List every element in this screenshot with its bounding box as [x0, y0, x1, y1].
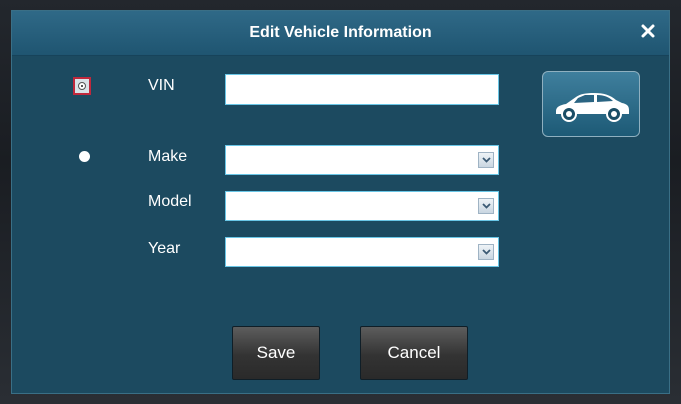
model-select[interactable]: [225, 191, 499, 221]
vin-radio[interactable]: [73, 77, 91, 95]
radio-selected-dot: [78, 82, 86, 90]
save-button[interactable]: Save: [232, 326, 320, 380]
edit-vehicle-dialog: Edit Vehicle Information VIN Make Model …: [11, 10, 670, 394]
dialog-titlebar: Edit Vehicle Information: [12, 11, 669, 56]
year-label: Year: [148, 240, 181, 257]
vehicle-lookup-button[interactable]: [542, 71, 640, 137]
vin-input[interactable]: [225, 74, 499, 105]
year-select[interactable]: [225, 237, 499, 267]
make-label: Make: [148, 148, 188, 165]
cancel-button[interactable]: Cancel: [360, 326, 468, 380]
close-icon: [641, 24, 655, 38]
model-label: Model: [148, 193, 192, 210]
dialog-title: Edit Vehicle Information: [249, 24, 432, 41]
car-icon: [556, 93, 629, 122]
vin-label: VIN: [148, 77, 175, 94]
chevron-down-icon: [482, 157, 491, 163]
chevron-down-icon: [482, 249, 491, 255]
chevron-down-icon: [482, 203, 491, 209]
make-select[interactable]: [225, 145, 499, 175]
year-dropdown-button[interactable]: [478, 244, 494, 260]
make-radio[interactable]: [79, 151, 90, 162]
model-dropdown-button[interactable]: [478, 198, 494, 214]
make-dropdown-button[interactable]: [478, 152, 494, 168]
close-button[interactable]: [640, 23, 656, 39]
